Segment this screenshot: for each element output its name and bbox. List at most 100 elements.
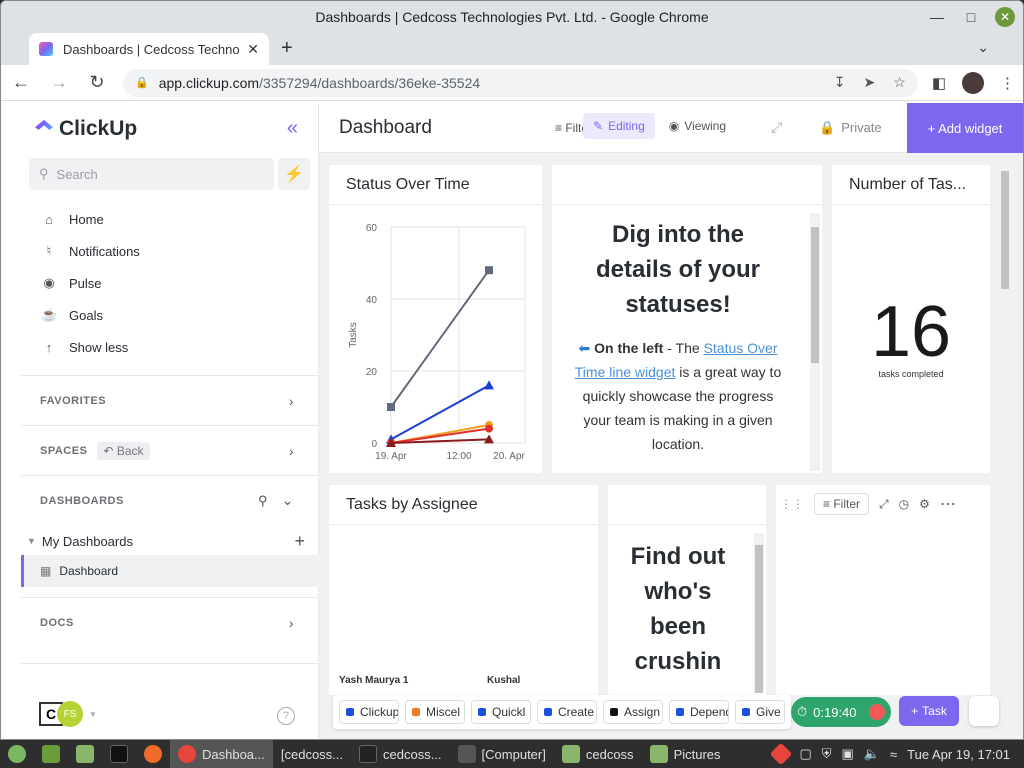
chevron-right-icon[interactable]: › (289, 443, 294, 459)
taskbar-item-folder[interactable]: cedcoss (554, 740, 642, 768)
private-toggle[interactable]: 🔒 Private (819, 120, 882, 136)
add-widget-button[interactable]: + Add widget (907, 103, 1023, 153)
drag-handle-icon[interactable]: ⋮⋮ (780, 497, 804, 511)
shield-icon[interactable]: ⛨ (822, 746, 832, 762)
bookmark-star-icon[interactable]: ☆ (893, 74, 906, 91)
anydesk-icon[interactable] (770, 742, 793, 766)
collapse-sidebar-icon[interactable]: « (287, 117, 298, 140)
maximize-icon[interactable]: □ (961, 7, 981, 27)
profile-avatar[interactable] (962, 71, 984, 94)
sidebar-item-show-less[interactable]: ↑ Show less (41, 331, 140, 363)
network-icon[interactable]: ▣ (842, 746, 854, 762)
back-label: Back (116, 443, 144, 458)
window-title: Dashboards | Cedcoss Technologies Pvt. L… (315, 9, 709, 25)
file-manager-icon[interactable] (68, 740, 102, 768)
chevron-down-icon[interactable]: ⌄ (282, 492, 294, 509)
dashboards-section[interactable]: DASHBOARDS ⚲ ⌄ (21, 475, 318, 525)
taskbar-label: cedcoss (585, 746, 634, 762)
chevron-right-icon[interactable]: › (289, 615, 294, 631)
viewing-tab[interactable]: ◉ Viewing (659, 113, 736, 139)
clock-icon[interactable]: ◷ (899, 497, 909, 511)
gear-icon[interactable]: ⚙ (919, 497, 930, 511)
side-panel-icon[interactable]: ◧ (932, 74, 946, 92)
forward-arrow-icon[interactable]: → (47, 72, 71, 93)
tray-item[interactable]: Give it (735, 700, 785, 724)
favorites-section[interactable]: FAVORITES › (21, 375, 318, 425)
caret-down-icon: ▼ (27, 536, 36, 546)
quick-action-bolt-icon[interactable]: ⚡ (278, 158, 310, 190)
clipboard-icon[interactable]: ▢ (799, 746, 811, 762)
fullscreen-icon[interactable]: ⤢ (771, 119, 782, 136)
tray-item-label: Clickup (360, 705, 399, 719)
user-avatar: FS (57, 701, 83, 727)
send-icon[interactable]: ➤ (864, 74, 876, 91)
time-tracker[interactable]: ⏱ 0:19:40 (791, 697, 891, 727)
sidebar-item-home[interactable]: ⌂ Home (41, 203, 140, 235)
new-tab-icon[interactable]: + (281, 37, 293, 60)
tray-item[interactable]: Depend (669, 700, 729, 724)
widget-heading: Find out who's been crushin (630, 543, 726, 675)
tray-item[interactable]: Miscel (405, 700, 465, 724)
scrollbar[interactable] (754, 533, 764, 693)
spaces-section[interactable]: SPACES ↶ Back › (21, 425, 318, 475)
sidebar-item-label: Notifications (69, 243, 140, 259)
sidebar-item-dashboard[interactable]: ▦ Dashboard (21, 555, 319, 587)
editing-tab[interactable]: ✎ Editing (583, 113, 655, 139)
taskbar-item-pictures[interactable]: Pictures (642, 740, 729, 768)
terminal-icon[interactable] (102, 740, 136, 768)
user-menu[interactable]: C FS ▼ (39, 701, 97, 727)
tray-item[interactable]: Quickl (471, 700, 531, 724)
add-dashboard-icon[interactable]: + (294, 531, 305, 552)
sidebar-item-goals[interactable]: ☕ Goals (41, 299, 140, 331)
search-icon: ⚲ (39, 166, 49, 181)
expand-icon[interactable]: ⤢ (879, 497, 889, 512)
close-window-icon[interactable]: ✕ (995, 7, 1015, 27)
reload-icon[interactable]: ↻ (85, 72, 109, 93)
volume-icon[interactable]: 🔈 (864, 746, 880, 762)
taskbar-item-terminal[interactable]: [cedcoss... (273, 740, 351, 768)
browser-tab[interactable]: Dashboards | Cedcoss Techno ✕ (29, 33, 269, 65)
chevron-right-icon[interactable]: › (289, 393, 294, 409)
tab-title: Dashboards | Cedcoss Techno (63, 41, 240, 57)
number-of-tasks-widget: Number of Tas... 16 tasks completed (832, 165, 990, 473)
tray-item[interactable]: Assign (603, 700, 663, 724)
new-task-button[interactable]: + Task (899, 696, 959, 726)
apps-grid-button[interactable] (969, 696, 999, 726)
close-tab-icon[interactable]: ✕ (247, 41, 259, 58)
stop-timer-button[interactable] (869, 704, 885, 720)
caret-down-icon: ▼ (89, 709, 97, 719)
widget-title: Tasks by Assignee (329, 485, 598, 525)
firefox-icon[interactable] (136, 740, 170, 768)
clickup-logo[interactable]: ClickUp (1, 103, 318, 155)
x-tick-label: 12:00 (446, 451, 471, 462)
taskbar-item-terminal[interactable]: cedcoss... (351, 740, 450, 768)
tray-item[interactable]: Create (537, 700, 597, 724)
mode-toggle: ✎ Editing ◉ Viewing (583, 113, 736, 139)
back-button[interactable]: ↶ Back (97, 441, 150, 460)
tab-search-chevron-icon[interactable]: ⌄ (977, 39, 989, 56)
search-dashboards-icon[interactable]: ⚲ (258, 493, 268, 509)
show-desktop-icon[interactable] (34, 740, 68, 768)
chrome-menu-icon[interactable]: ⋮ (1000, 74, 1015, 92)
start-menu-icon[interactable] (0, 740, 34, 768)
docs-section[interactable]: DOCS › (21, 597, 318, 647)
my-dashboards-folder[interactable]: ▼ My Dashboards + (21, 525, 319, 557)
scrollbar[interactable] (810, 213, 820, 471)
sidebar-item-notifications[interactable]: ♮ Notifications (41, 235, 140, 267)
install-icon[interactable]: ↧ (834, 74, 846, 91)
tray-item[interactable]: Clickup (339, 700, 399, 724)
taskbar-item-computer[interactable]: [Computer] (450, 740, 554, 768)
dashboard-label: Dashboard (59, 564, 119, 578)
search-input[interactable]: ⚲ Search (29, 158, 274, 190)
url-bar[interactable]: 🔒 app.clickup.com/3357294/dashboards/36e… (123, 68, 918, 97)
filter-button[interactable]: ≡ Filter (814, 493, 870, 515)
minimize-icon[interactable]: — (927, 7, 947, 27)
wifi-icon[interactable]: ≈ (890, 747, 897, 762)
back-arrow-icon[interactable]: ← (9, 72, 33, 93)
help-icon[interactable]: ? (277, 707, 295, 725)
sidebar-item-pulse[interactable]: ◉ Pulse (41, 267, 140, 299)
widget-header (608, 485, 766, 525)
taskbar-item-chrome[interactable]: Dashboa... (170, 740, 273, 768)
more-options-icon[interactable]: ⋯ (940, 494, 956, 514)
page-scrollbar[interactable] (1000, 155, 1010, 687)
